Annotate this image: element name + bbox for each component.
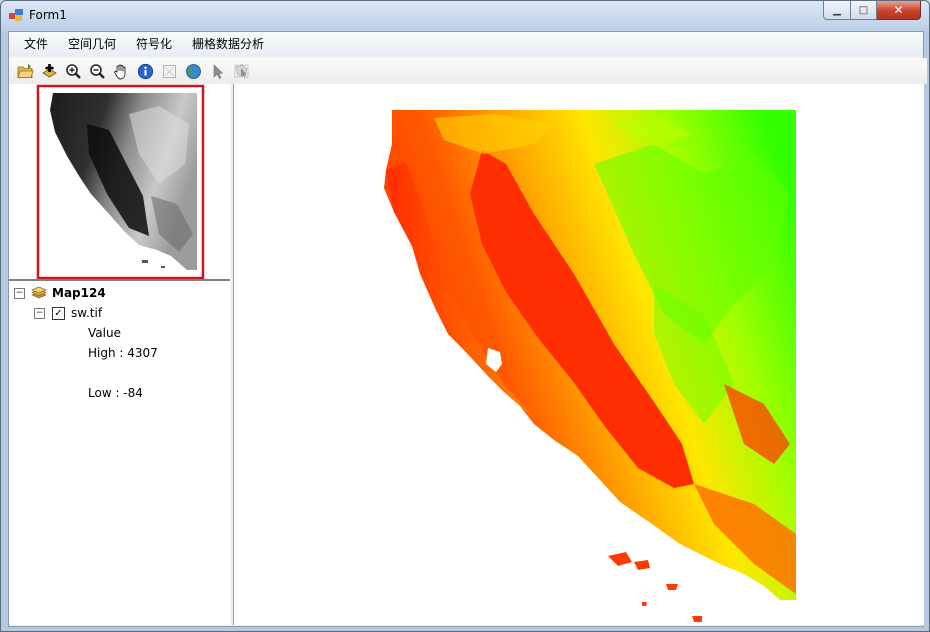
close-icon: ✕ [893,3,904,17]
close-button[interactable]: ✕ [877,1,921,20]
layer-name-label: sw.tif [71,306,103,320]
maximize-button[interactable]: □ [851,1,877,20]
channel-island-1 [608,552,632,566]
left-panel: − Map124 − ✓ sw.tif Value High: 4307 Lo… [9,84,231,625]
select-features-button[interactable] [229,60,253,82]
zoom-out-icon [89,63,105,79]
zoom-in-icon [65,63,81,79]
minimize-button[interactable]: ▁ [823,1,851,20]
table-of-contents: − Map124 − ✓ sw.tif Value High: 4307 Lo… [9,282,230,622]
zoom-out-button[interactable] [85,60,109,82]
legend-high-value: High : 4307 [88,346,158,360]
maximize-icon: □ [858,4,869,16]
menu-bar: 文件 空间几何 符号化 栅格数据分析 [9,32,923,56]
menu-raster-analysis[interactable]: 栅格数据分析 [182,32,274,56]
add-data-button[interactable] [37,60,61,82]
collapse-layer-expander[interactable]: − [34,307,45,319]
channel-island-4 [692,616,702,622]
window-title: Form1 [29,8,67,22]
menu-spatial-geometry[interactable]: 空间几何 [58,32,126,56]
full-extent-button[interactable] [157,60,181,82]
overview-raster [36,84,205,279]
select-element-button[interactable] [205,60,229,82]
collapse-map-expander[interactable]: − [14,287,25,299]
channel-island-5 [642,602,647,606]
map-view[interactable] [233,84,924,625]
globe-button[interactable] [181,60,205,82]
channel-island-3 [666,584,678,590]
channel-island-2 [634,560,650,570]
elevation-raster [384,110,796,622]
open-document-button[interactable] [13,60,37,82]
select-arrow-icon [213,63,223,79]
menu-symbolization[interactable]: 符号化 [126,32,182,56]
layer-visibility-checkbox[interactable]: ✓ [52,306,65,320]
open-folder-icon [16,63,34,78]
zoom-in-button[interactable] [61,60,85,82]
pan-hand-icon [113,64,125,79]
legend-low-value: Low : -84 [88,386,143,400]
add-data-icon [41,63,57,77]
application-window: Form1 ▁ □ ✕ 文件 空间几何 符号化 栅格数据分析 − Map124 … [0,0,930,632]
legend-title: Value [88,326,121,340]
title-bar[interactable]: Form1 ▁ □ ✕ [1,1,929,31]
layers-icon [31,286,47,299]
identify-button[interactable] [133,60,157,82]
map-toolbar [9,58,927,84]
minimize-icon: ▁ [833,4,841,16]
globe-icon [185,63,201,79]
form-client-area: 文件 空间几何 符号化 栅格数据分析 − Map124 − ✓ sw.tif V… [8,31,927,627]
overview-map[interactable] [9,84,230,281]
app-icon [9,9,23,21]
toc-map-node[interactable]: − Map124 [14,284,106,302]
map-name-label: Map124 [52,286,106,300]
select-features-icon [234,64,248,78]
full-extent-icon [162,64,176,78]
menu-file[interactable]: 文件 [9,32,58,56]
pan-button[interactable] [109,60,133,82]
identify-icon [137,63,153,79]
toc-layer-node[interactable]: − ✓ sw.tif [34,304,102,322]
